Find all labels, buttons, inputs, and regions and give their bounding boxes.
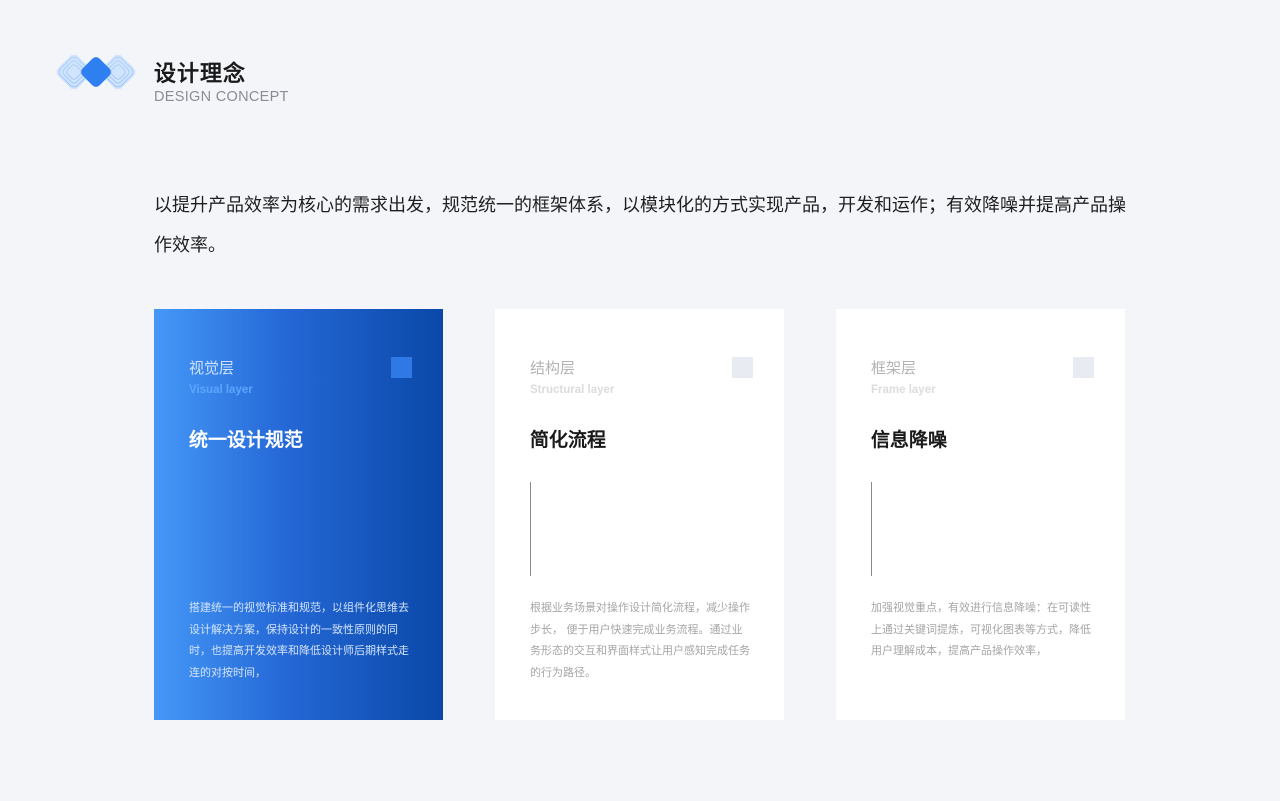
card-heading: 统一设计规范 — [189, 429, 304, 451]
square-icon — [732, 357, 753, 378]
square-icon — [1073, 357, 1094, 378]
card-heading: 简化流程 — [530, 429, 607, 451]
card-description: 搭建统一的视觉标准和规范，以组件化思维去设计解决方案，保持设计的一致性原则的同时… — [189, 601, 409, 679]
card-visual-layer: 视觉层 Visual layer 统一设计规范 搭建统一的视觉标准和规范，以组件… — [154, 309, 443, 720]
card-description: 根据业务场景对操作设计简化流程，减少操作步长， 便于用户快速完成业务流程。通过业… — [530, 601, 750, 679]
square-icon — [391, 357, 412, 378]
card-layer-english-label: Frame layer — [871, 384, 936, 396]
card-structural-layer: 结构层 Structural layer 简化流程 根据业务场景对操作设计简化流… — [495, 309, 784, 720]
card-description: 加强视觉重点，有效进行信息降噪：在可读性上通过关键词提炼，可视化图表等方式，降低… — [871, 601, 1091, 657]
card-frame-layer: 框架层 Frame layer 信息降噪 加强视觉重点，有效进行信息降噪：在可读… — [836, 309, 1125, 720]
card-layer-english-label: Structural layer — [530, 384, 615, 396]
card-layer-label: 结构层 — [530, 359, 576, 377]
card-layer-label: 视觉层 — [189, 359, 235, 377]
divider-line — [530, 482, 531, 576]
divider-line — [189, 482, 190, 576]
page-title: 设计理念 — [154, 62, 247, 87]
card-layer-english-label: Visual layer — [189, 384, 253, 396]
divider-line — [871, 482, 872, 576]
intro-paragraph: 以提升产品效率为核心的需求出发，规范统一的框架体系，以模块化的方式实现产品，开发… — [154, 195, 1126, 256]
page-subtitle: DESIGN CONCEPT — [154, 89, 289, 105]
card-layer-label: 框架层 — [871, 359, 917, 377]
diamond-pattern-logo-icon — [56, 54, 136, 90]
card-heading: 信息降噪 — [871, 429, 948, 451]
